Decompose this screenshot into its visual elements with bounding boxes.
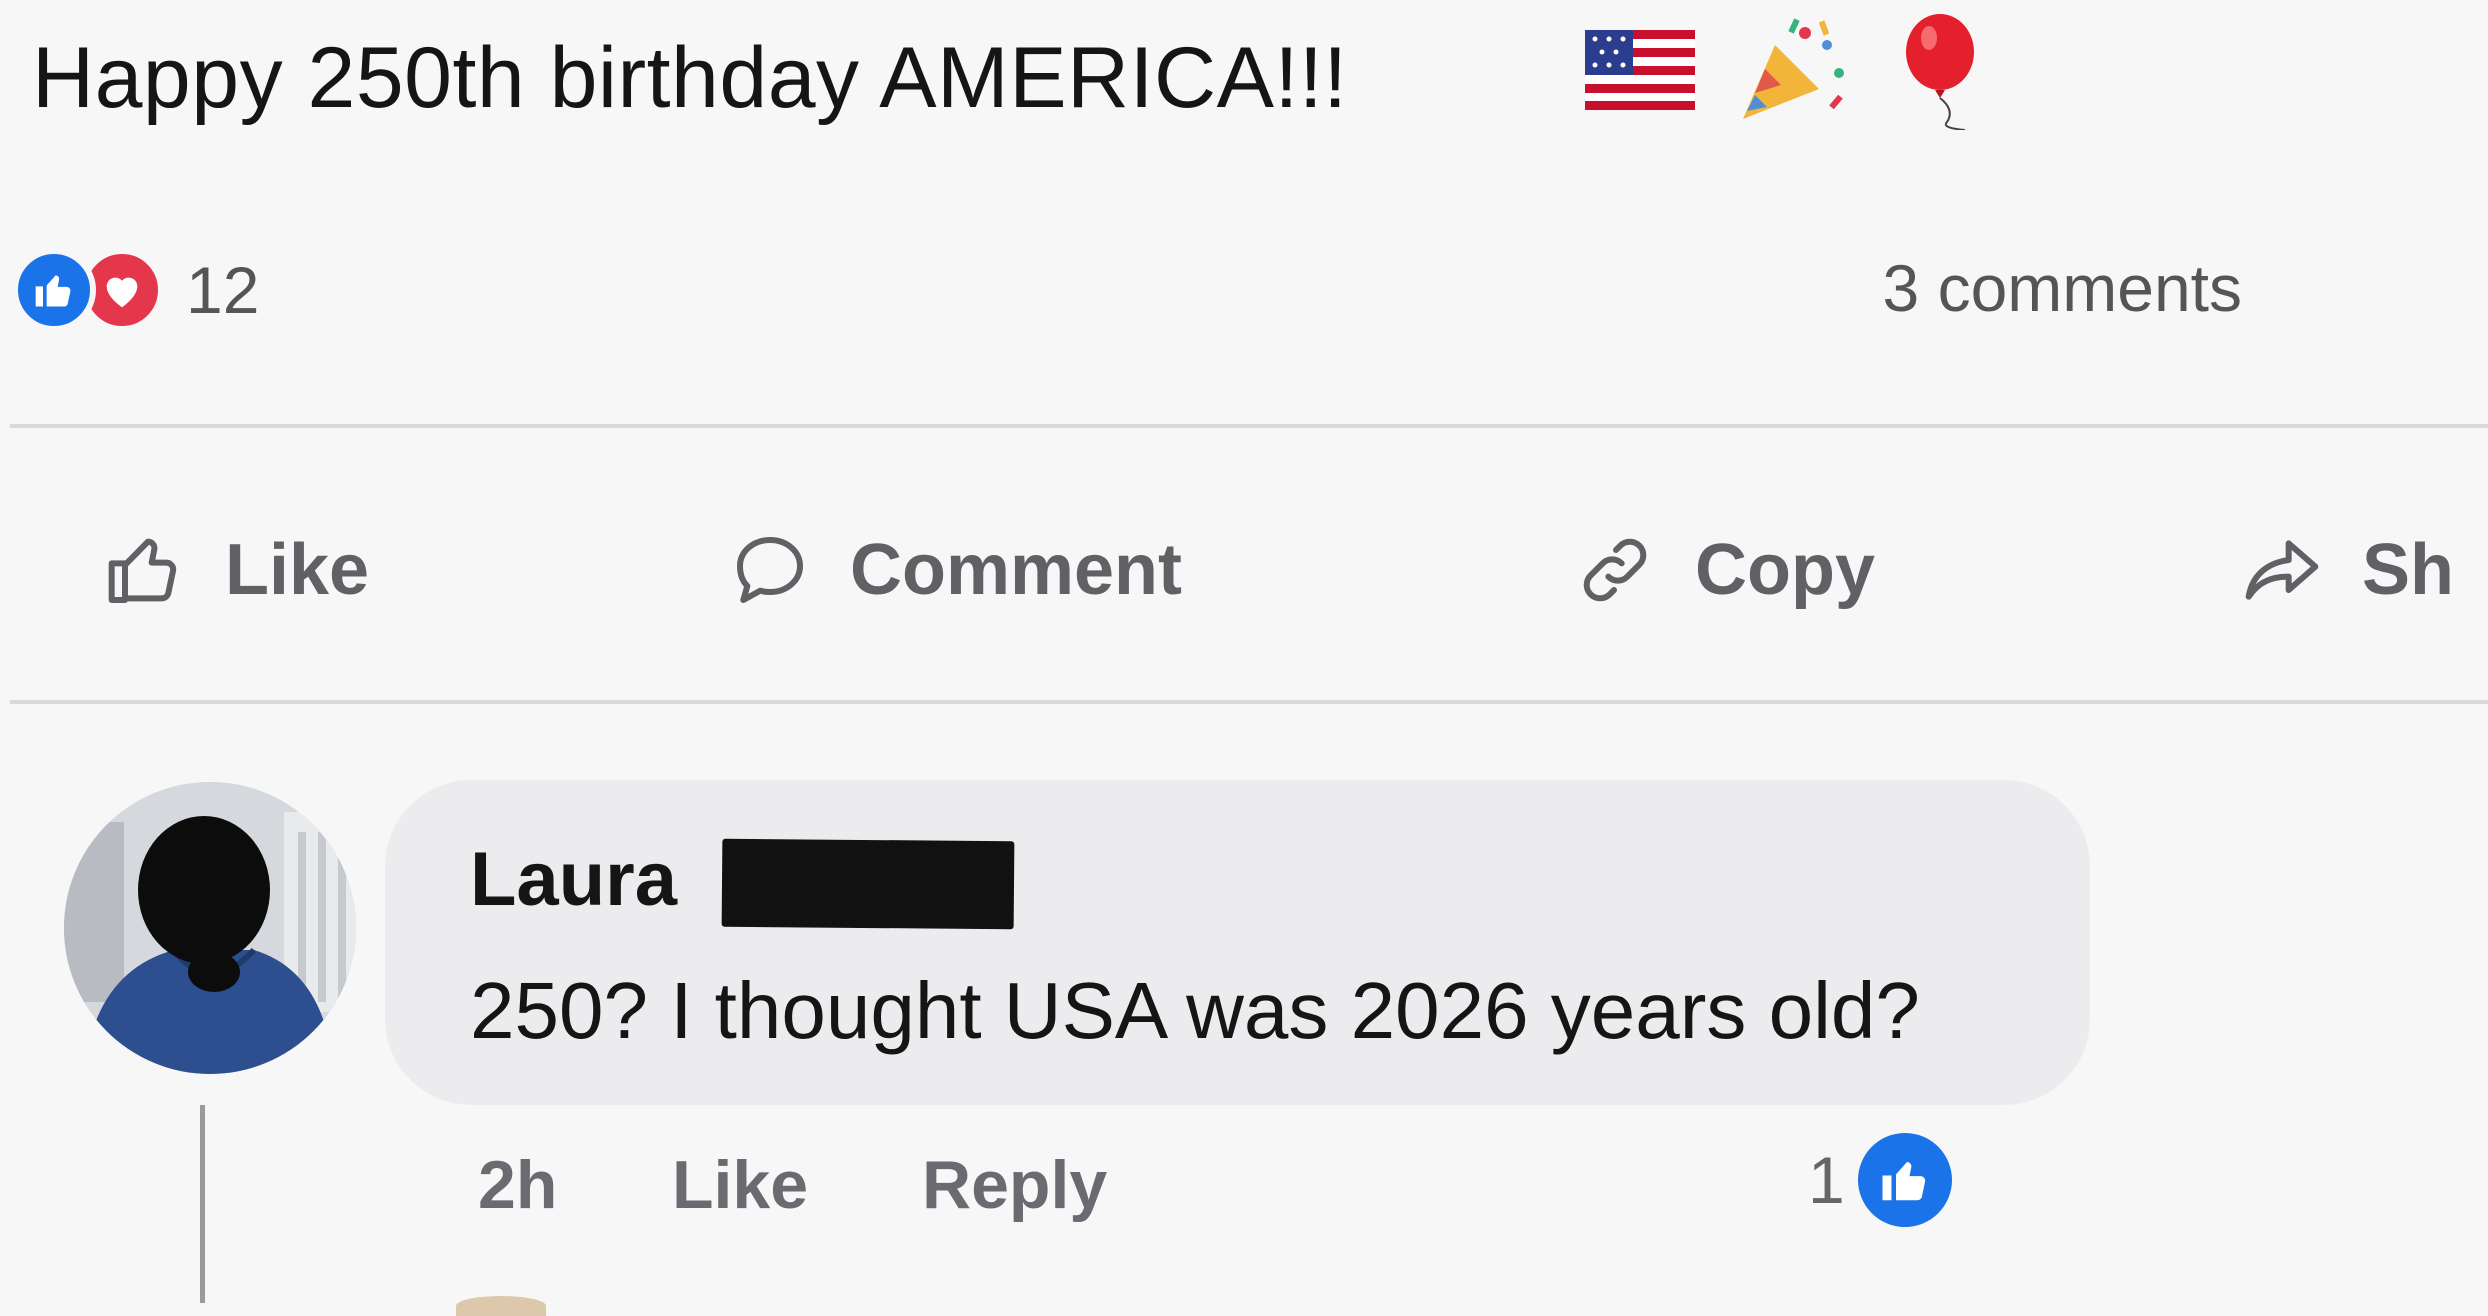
like-button[interactable]: Like — [105, 510, 369, 630]
comments-count-link[interactable]: 3 comments — [1883, 250, 2242, 326]
like-reaction-icon — [1852, 1128, 1957, 1232]
comment-like-button[interactable]: Like — [672, 1135, 808, 1235]
speech-bubble-icon — [730, 530, 810, 610]
commenter-avatar[interactable] — [64, 782, 356, 1074]
balloon-icon — [1895, 10, 1985, 135]
like-button-label: Like — [225, 530, 370, 610]
divider — [10, 700, 2488, 704]
comment-timestamp[interactable]: 2h — [478, 1135, 557, 1235]
divider — [10, 424, 2488, 428]
post-text: Happy 250th birthday AMERICA!!! — [32, 30, 1348, 126]
comment-button-label: Comment — [850, 530, 1183, 610]
link-icon — [1575, 530, 1655, 610]
next-comment-avatar — [456, 1296, 546, 1316]
copy-link-button[interactable]: Copy — [1575, 510, 1875, 630]
share-arrow-icon — [2242, 530, 2322, 610]
comment-like-count[interactable]: 1 — [1808, 1125, 1957, 1235]
name-redaction-bar — [721, 838, 1015, 930]
reaction-summary[interactable]: 12 — [12, 242, 259, 338]
reaction-count: 12 — [186, 253, 260, 327]
comment-text: 250? I thought USA was 2026 years old? — [470, 966, 1920, 1055]
like-reaction-icon — [12, 248, 96, 332]
us-flag-icon — [1585, 29, 1695, 115]
thumbs-up-icon — [105, 530, 185, 610]
comment-reply-button[interactable]: Reply — [922, 1135, 1107, 1235]
party-popper-icon — [1735, 15, 1855, 130]
comment-button[interactable]: Comment — [730, 510, 1182, 630]
reply-thread-line — [200, 1105, 205, 1303]
copy-button-label: Copy — [1695, 530, 1875, 610]
commenter-name[interactable]: Laura — [470, 830, 677, 930]
share-button[interactable]: Sh — [2242, 510, 2454, 630]
share-button-label: Sh — [2362, 530, 2455, 610]
comment-like-count-value: 1 — [1808, 1143, 1845, 1217]
post-emojis — [1585, 12, 1985, 132]
